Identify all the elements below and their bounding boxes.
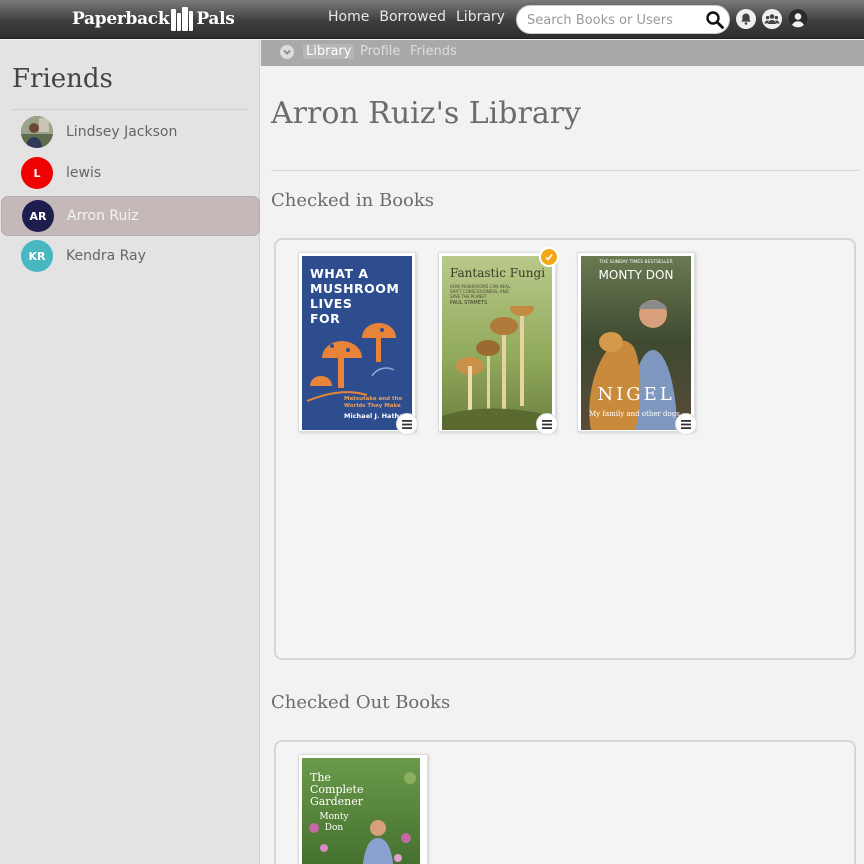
search-icon[interactable] — [705, 10, 725, 30]
avatar-photo — [21, 116, 53, 148]
bell-icon[interactable] — [736, 9, 756, 29]
menu-icon — [681, 419, 691, 429]
book-card[interactable]: The Complete Gardener Monty Don — [298, 754, 428, 864]
book-subtitle: My family and other dogs — [589, 410, 680, 418]
book-author: MONTY DON — [598, 268, 674, 282]
friend-name: Lindsey Jackson — [66, 124, 178, 140]
book-title-line: WHAT A — [310, 266, 369, 281]
avatar: AR — [22, 200, 54, 232]
checked-in-section-title: Checked in Books — [271, 190, 435, 211]
search-box — [516, 5, 730, 34]
friend-item-lewis[interactable]: L lewis — [0, 153, 260, 193]
book-menu-button[interactable] — [536, 413, 558, 435]
checked-out-section-title: Checked Out Books — [271, 692, 451, 713]
book-tagline: THE SUNDAY TIMES BESTSELLER — [599, 260, 673, 265]
mushroom-illustration — [306, 323, 396, 402]
book-title-line: LIVES — [310, 296, 353, 311]
friend-name: lewis — [66, 165, 102, 181]
avatar — [21, 116, 53, 148]
cover-photo — [589, 300, 677, 430]
book-author: Monty Don — [319, 812, 349, 833]
friend-item-lindsey-jackson[interactable]: Lindsey Jackson — [0, 112, 260, 152]
app-logo[interactable]: Paperback Pals — [72, 6, 235, 32]
book-menu-button[interactable] — [675, 413, 697, 435]
book-title-line: MUSHROOM — [310, 281, 400, 296]
chevron-down-icon[interactable] — [280, 45, 294, 59]
library-subnav: Library Profile Friends — [261, 40, 864, 66]
book-title: NIGEL — [597, 384, 675, 405]
book-subtitle: HOW MUSHROOMS CAN HEAL, SHIFT CONSCIOUSN… — [450, 284, 512, 299]
book-menu-button[interactable] — [396, 413, 418, 435]
menu-icon — [542, 419, 552, 429]
check-icon — [539, 247, 559, 267]
sidebar-title: Friends — [12, 64, 113, 94]
book-cover: THE SUNDAY TIMES BESTSELLER MONTY DON NI… — [581, 256, 691, 430]
books-logo-icon — [171, 7, 194, 31]
book-cover: Fantastic Fungi HOW MUSHROOMS CAN HEAL, … — [442, 256, 552, 430]
checked-in-books-panel: WHAT A MUSHROOM LIVES FOR Matsutake and … — [274, 238, 856, 660]
menu-icon — [402, 419, 412, 429]
nav-library-link[interactable]: Library — [456, 9, 505, 25]
book-title-line: Gardener — [310, 795, 364, 808]
avatar: KR — [21, 240, 53, 272]
friends-sidebar: Friends Lindsey Jackson L lewis AR Arron… — [0, 40, 260, 864]
nav-borrowed-link[interactable]: Borrowed — [379, 9, 446, 25]
title-divider — [271, 170, 859, 171]
top-navigation-bar: Paperback Pals Home Borrowed Library — [0, 0, 864, 39]
friend-name: Arron Ruiz — [67, 208, 139, 224]
tab-friends[interactable]: Friends — [410, 44, 457, 59]
book-subtitle: Matsutake and the Worlds They Make — [344, 396, 403, 409]
sidebar-divider — [12, 109, 248, 110]
friend-item-kendra-ray[interactable]: KR Kendra Ray — [0, 236, 260, 276]
logo-text-right: Pals — [196, 9, 235, 29]
friend-item-arron-ruiz[interactable]: AR Arron Ruiz — [1, 196, 260, 236]
friends-icon[interactable] — [762, 9, 782, 29]
tab-profile[interactable]: Profile — [360, 44, 400, 59]
book-title: Fantastic Fungi — [450, 266, 546, 280]
user-icon[interactable] — [788, 9, 808, 29]
avatar: L — [21, 157, 53, 189]
search-input[interactable] — [527, 11, 707, 29]
nav-home-link[interactable]: Home — [328, 9, 369, 25]
book-cover: The Complete Gardener Monty Don — [302, 758, 420, 864]
book-card[interactable]: Fantastic Fungi HOW MUSHROOMS CAN HEAL, … — [438, 247, 559, 435]
mushroom-photo — [442, 306, 552, 430]
tab-library[interactable]: Library — [303, 44, 355, 59]
book-cover: WHAT A MUSHROOM LIVES FOR Matsutake and … — [302, 256, 412, 430]
page-title: Arron Ruiz's Library — [271, 96, 581, 131]
checked-out-books-panel: The Complete Gardener Monty Don — [274, 740, 856, 864]
book-card[interactable]: THE SUNDAY TIMES BESTSELLER MONTY DON NI… — [577, 252, 697, 435]
friend-name: Kendra Ray — [66, 248, 146, 264]
book-card[interactable]: WHAT A MUSHROOM LIVES FOR Matsutake and … — [298, 252, 418, 435]
main-nav: Home Borrowed Library — [328, 9, 515, 25]
logo-text-left: Paperback — [72, 9, 170, 29]
